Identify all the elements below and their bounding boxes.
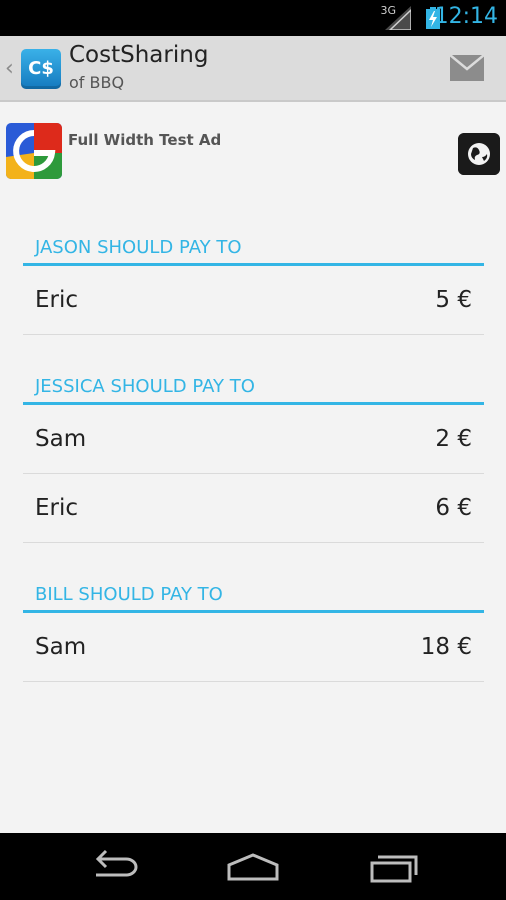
app-logo[interactable]: C$ xyxy=(21,49,61,89)
payee-name: Sam xyxy=(35,426,87,452)
status-bar: 3G 12:14 xyxy=(0,0,506,36)
google-logo-icon xyxy=(6,123,62,179)
app-title: CostSharing xyxy=(69,42,209,68)
ad-text: Full Width Test Ad xyxy=(68,131,222,149)
clock: 12:14 xyxy=(434,4,498,29)
list-item[interactable]: Eric 6 € xyxy=(23,474,484,543)
amount: 2 € xyxy=(435,426,472,452)
mail-icon[interactable] xyxy=(450,55,484,81)
back-icon[interactable] xyxy=(86,849,142,885)
list-item[interactable]: Eric 5 € xyxy=(23,266,484,335)
amount: 5 € xyxy=(435,287,472,313)
section-header: JASON SHOULD PAY TO xyxy=(23,218,484,266)
recent-apps-icon[interactable] xyxy=(366,849,422,885)
payee-name: Sam xyxy=(35,634,87,660)
debt-list: JASON SHOULD PAY TO Eric 5 € JESSICA SHO… xyxy=(23,218,484,682)
payee-name: Eric xyxy=(35,495,79,521)
app-subtitle: of BBQ xyxy=(69,73,125,92)
list-item[interactable]: Sam 18 € xyxy=(23,613,484,682)
list-item[interactable]: Sam 2 € xyxy=(23,405,484,474)
up-navigation-icon[interactable]: ‹ xyxy=(5,56,14,81)
globe-icon[interactable] xyxy=(458,133,500,175)
amount: 6 € xyxy=(435,495,472,521)
navigation-bar xyxy=(0,833,506,900)
home-icon[interactable] xyxy=(225,849,281,885)
section-header: JESSICA SHOULD PAY TO xyxy=(23,357,484,405)
signal-icon xyxy=(385,6,411,30)
payee-name: Eric xyxy=(35,287,79,313)
ad-banner[interactable]: Full Width Test Ad xyxy=(0,104,506,196)
action-bar: ‹ C$ CostSharing of BBQ xyxy=(0,36,506,102)
section-header: BILL SHOULD PAY TO xyxy=(23,565,484,613)
amount: 18 € xyxy=(420,634,472,660)
